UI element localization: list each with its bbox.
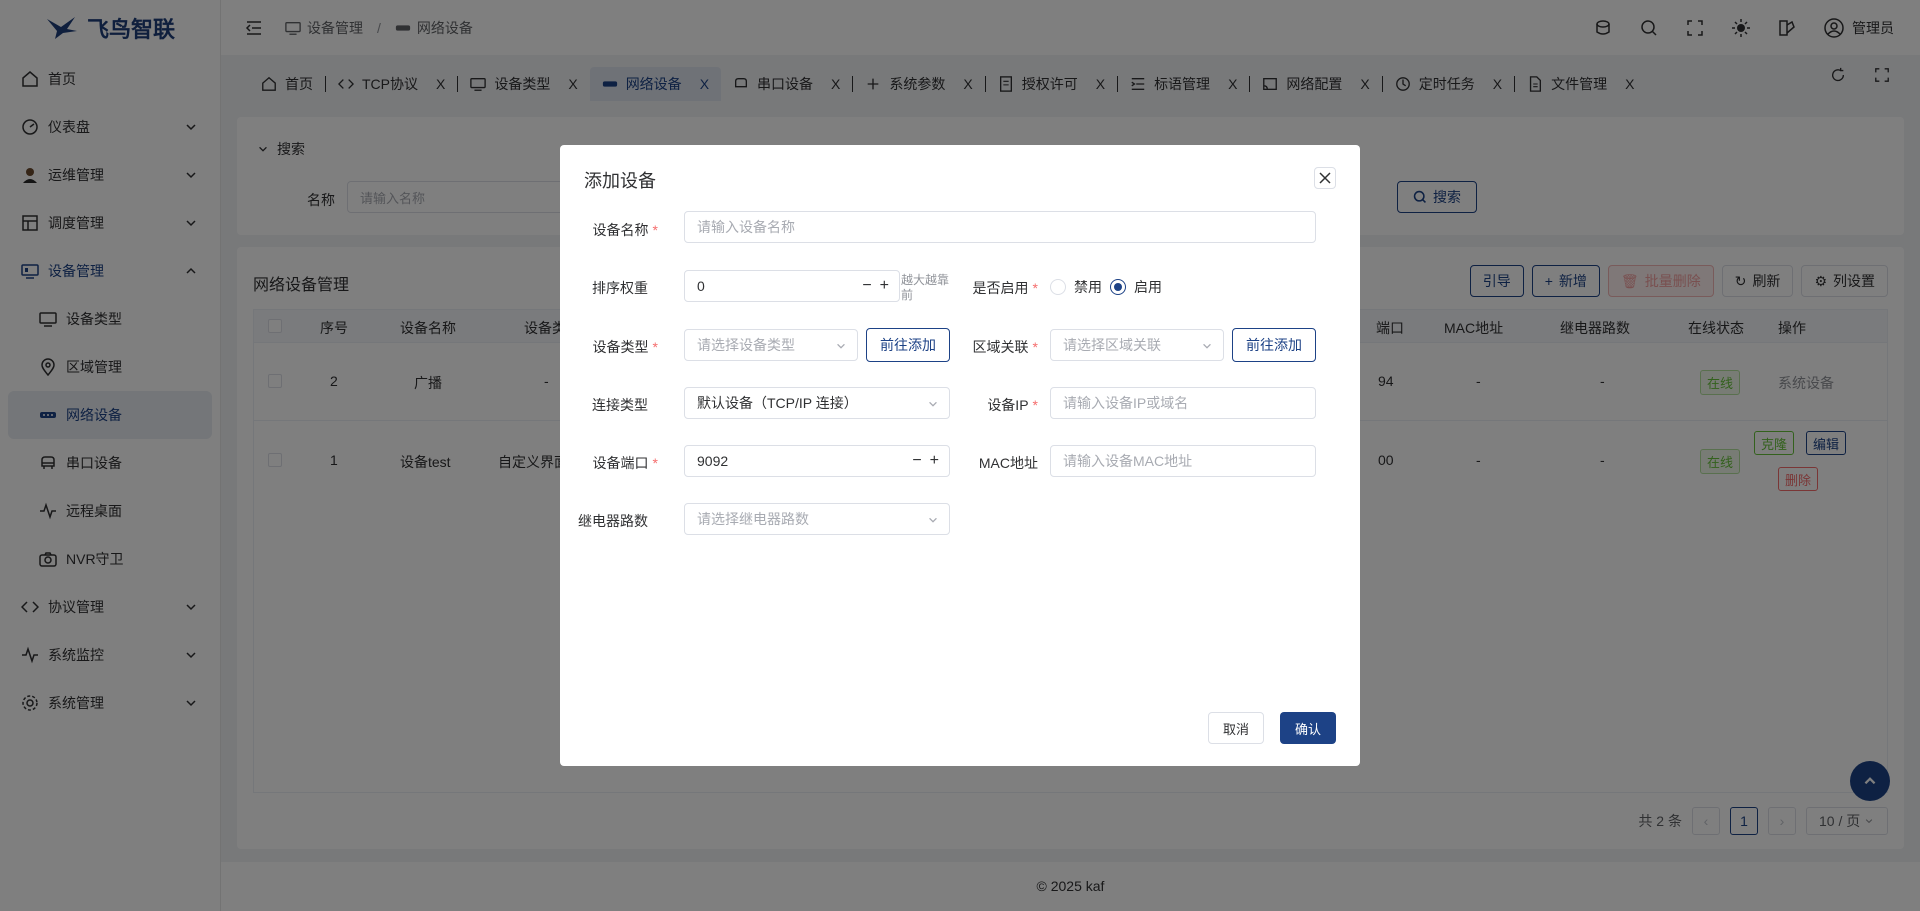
relay-label: 继电器路数 [578,513,648,529]
conn-type-label: 连接类型 [592,397,648,413]
stepper-controls: − + [862,278,889,294]
dialog-close-button[interactable] [1314,167,1336,189]
area-select[interactable]: 请选择区域关联 [1050,329,1224,361]
sort-weight-value: 0 [697,278,705,294]
device-type-placeholder: 请选择设备类型 [697,337,795,353]
chevron-down-icon [929,401,937,407]
cancel-button[interactable]: 取消 [1208,712,1264,744]
mac-label: MAC地址 [978,455,1038,471]
minus-icon[interactable]: − [912,453,921,469]
plus-icon[interactable]: + [880,278,889,294]
confirm-button[interactable]: 确认 [1280,712,1336,744]
plus-icon[interactable]: + [930,453,939,469]
conn-type-value: 默认设备（TCP/IP 连接） [697,395,858,411]
stepper-controls: − + [912,453,939,469]
device-name-input[interactable]: 请输入设备名称 [684,211,1316,243]
sort-weight-label: 排序权重 [592,280,648,296]
chevron-down-icon [1203,343,1211,349]
sort-weight-hint: 越大越靠前 [901,273,950,302]
relay-select[interactable]: 请选择继电器路数 [684,503,950,535]
chevron-down-icon [837,343,845,349]
add-device-dialog: 添加设备 设备名称 * 请输入设备名称 排序权重 0 − + 越大越靠前 是否启用… [560,145,1360,766]
radio-circle [1110,279,1126,295]
device-type-go-add-button[interactable]: 前往添加 [866,328,950,362]
device-port-label: 设备端口 * [592,455,658,471]
conn-type-select[interactable]: 默认设备（TCP/IP 连接） [684,387,950,419]
device-name-label: 设备名称 * [592,222,658,238]
sort-weight-stepper[interactable]: 0 − + [684,270,900,302]
device-type-select[interactable]: 请选择设备类型 [684,329,858,361]
radio-disabled[interactable]: 禁用 [1050,277,1102,297]
radio-enabled[interactable]: 启用 [1110,277,1162,297]
device-ip-label: 设备IP * [987,397,1038,413]
relay-placeholder: 请选择继电器路数 [697,511,809,527]
radio-label: 启用 [1134,279,1162,295]
radio-circle [1050,279,1066,295]
mac-input[interactable]: 请输入设备MAC地址 [1050,445,1316,477]
area-placeholder: 请选择区域关联 [1063,337,1161,353]
area-label: 区域关联 * [972,339,1038,355]
device-port-value: 9092 [697,453,729,469]
close-icon [1319,172,1331,184]
radio-label: 禁用 [1074,279,1102,295]
enabled-label: 是否启用 * [972,280,1038,296]
minus-icon[interactable]: − [862,278,871,294]
chevron-down-icon [929,517,937,523]
dialog-title: 添加设备 [584,171,656,191]
device-port-stepper[interactable]: 9092 − + [684,445,950,477]
area-go-add-button[interactable]: 前往添加 [1232,328,1316,362]
device-ip-input[interactable]: 请输入设备IP或域名 [1050,387,1316,419]
device-type-label: 设备类型 * [592,339,658,355]
